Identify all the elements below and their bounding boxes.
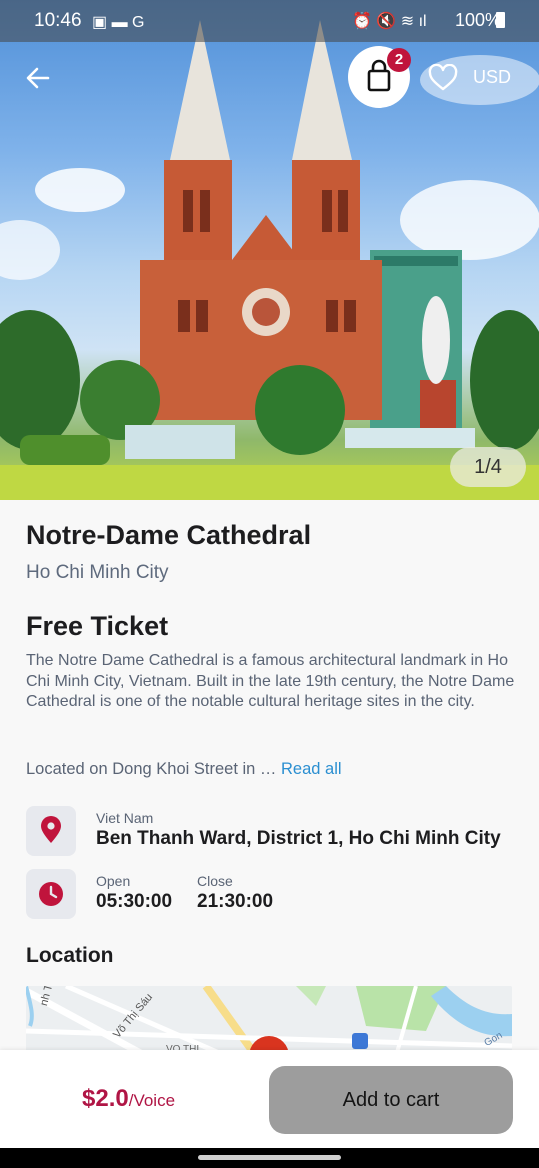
open-time: 05:30:00 — [96, 891, 173, 912]
favorite-button[interactable] — [428, 63, 458, 92]
close-label: Close — [197, 873, 233, 889]
back-button[interactable] — [24, 64, 52, 92]
address-country: Viet Nam — [96, 810, 154, 826]
close-time: 21:30:00 — [197, 891, 274, 912]
place-city: Ho Chi Minh City — [26, 562, 169, 583]
status-bar: 10:46 ▣ ▬ G ⏰ 🔇 ≋ ıl 100% — [0, 0, 539, 42]
location-icon-box — [26, 806, 76, 856]
system-icons: ⏰ 🔇 ≋ ıl — [352, 13, 427, 30]
address-line: Ben Thanh Ward, District 1, Ho Chi Minh … — [96, 828, 501, 849]
home-indicator[interactable] — [198, 1155, 341, 1160]
heart-icon — [428, 63, 458, 91]
clock-icon-box — [26, 869, 76, 919]
cathedral-photo — [0, 20, 539, 500]
place-title: Notre-Dame Cathedral — [26, 520, 312, 550]
map-pin-icon — [41, 816, 61, 843]
read-all-link[interactable]: Read all — [281, 760, 342, 778]
hero-image[interactable] — [0, 0, 539, 500]
notification-icons: ▣ ▬ G — [92, 14, 145, 31]
map-graphic — [26, 986, 512, 1056]
clock-icon — [39, 882, 63, 906]
place-description: The Notre Dame Cathedral is a famous arc… — [26, 652, 515, 710]
arrow-left-icon — [26, 67, 50, 89]
price: $2.0/Voice — [82, 1085, 175, 1113]
ticket-title: Free Ticket — [26, 611, 169, 641]
located-snippet: Located on Dong Khoi Street in … — [26, 760, 277, 778]
price-unit: /Voice — [128, 1091, 176, 1110]
located-text: Located on Dong Khoi Street in … Read al… — [26, 760, 342, 779]
image-counter: 1/4 — [450, 447, 526, 487]
battery-icon — [496, 12, 505, 28]
price-amount: $2.0 — [82, 1085, 129, 1112]
currency-selector[interactable]: USD — [473, 67, 511, 88]
status-time: 10:46 — [34, 10, 82, 31]
cart-count-badge: 2 — [387, 48, 411, 72]
battery-level: 100% — [454, 10, 501, 30]
open-label: Open — [96, 873, 131, 889]
location-title: Location — [26, 944, 114, 967]
add-to-cart-button[interactable]: Add to cart — [269, 1066, 513, 1134]
location-map[interactable]: nh Thắng Võ Thị Sáu VO THI Gon — [26, 986, 512, 1056]
